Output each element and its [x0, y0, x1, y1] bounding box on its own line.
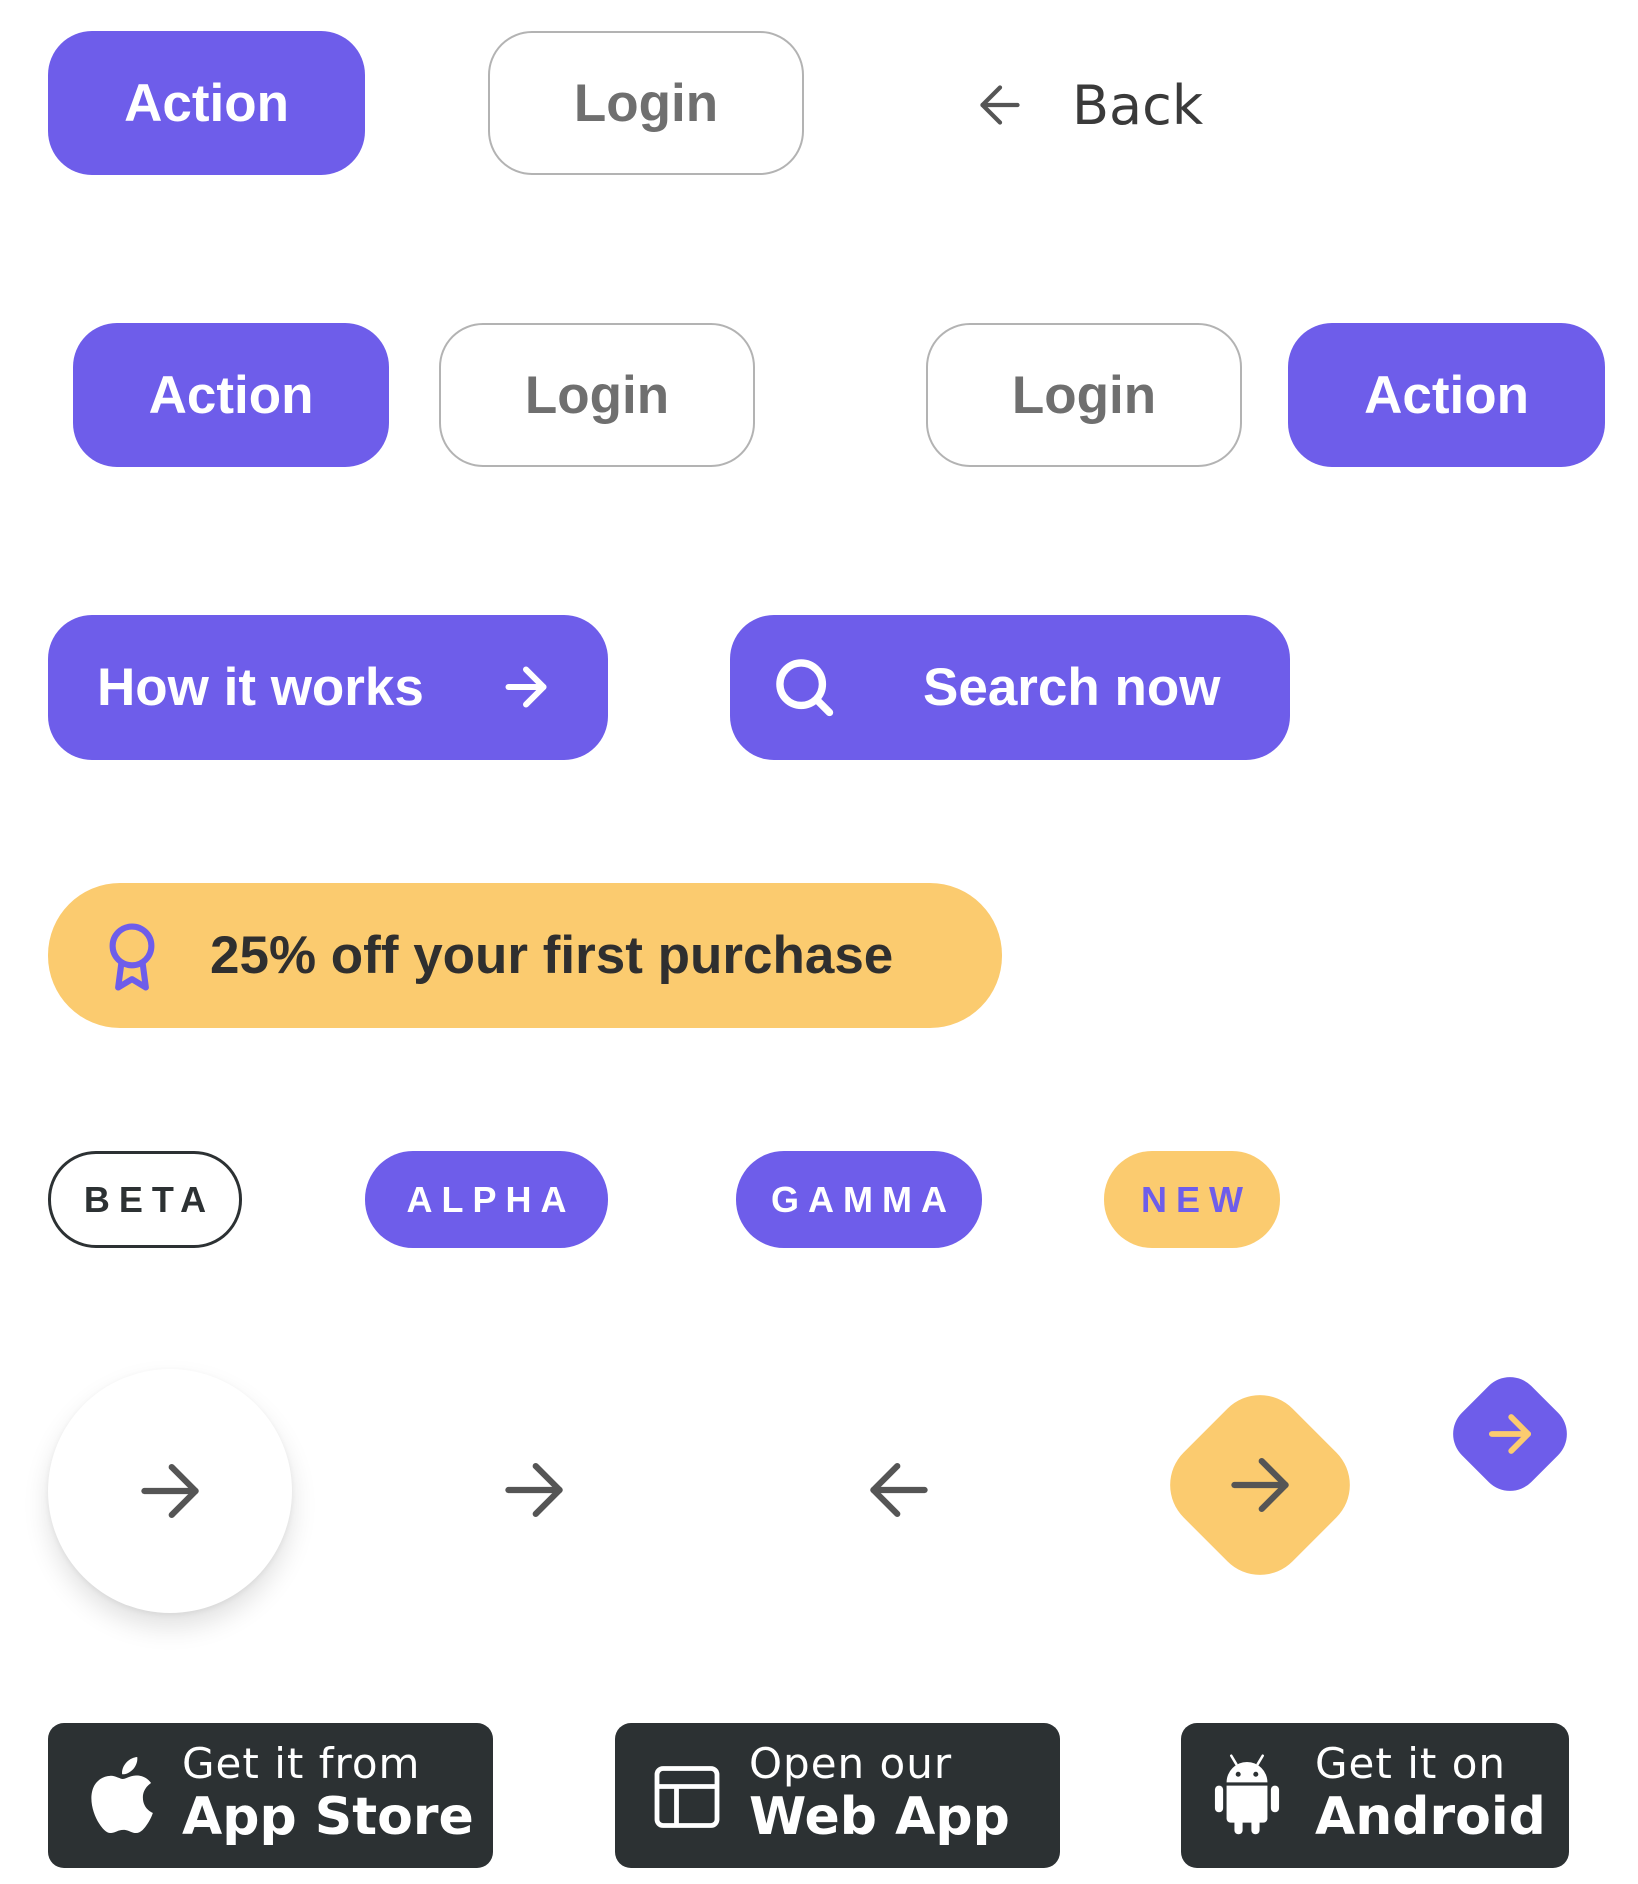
beta-badge-label: BETA — [83, 1178, 216, 1220]
promo-banner[interactable]: 25% off your first purchase — [48, 883, 1002, 1028]
how-it-works-button[interactable]: How it works — [48, 615, 608, 760]
alpha-badge: ALPHA — [365, 1151, 608, 1248]
arrow-right-icon — [1481, 1405, 1539, 1463]
action-button[interactable]: Action — [1288, 323, 1605, 467]
arrow-left-icon — [970, 75, 1030, 135]
arrow-right-icon — [129, 1450, 211, 1532]
arrow-right-icon — [496, 657, 556, 717]
search-now-label: Search now — [923, 658, 1221, 717]
android-button[interactable]: Get it on Android — [1181, 1723, 1569, 1868]
android-icon — [1209, 1751, 1285, 1839]
arrow-right-button[interactable] — [493, 1449, 575, 1531]
arrow-right-icon — [493, 1449, 575, 1531]
action-button-label: Action — [148, 365, 314, 425]
arrow-right-diamond-button[interactable] — [1146, 1371, 1374, 1599]
new-badge-label: NEW — [1141, 1178, 1252, 1220]
gamma-badge: GAMMA — [736, 1151, 982, 1248]
login-button-label: Login — [1011, 365, 1157, 425]
promo-label: 25% off your first purchase — [210, 926, 894, 985]
arrow-left-icon — [858, 1449, 940, 1531]
apple-icon — [81, 1751, 157, 1839]
login-button-label: Login — [524, 365, 670, 425]
new-badge: NEW — [1104, 1151, 1280, 1248]
app-store-line2: App Store — [182, 1787, 474, 1847]
arrow-right-circle-button[interactable] — [48, 1369, 292, 1613]
arrow-right-small-diamond-button[interactable] — [1438, 1362, 1582, 1506]
app-store-line1: Get it from — [182, 1739, 421, 1788]
arrow-left-button[interactable] — [858, 1449, 940, 1531]
android-line2: Android — [1315, 1787, 1546, 1847]
back-button[interactable]: Back — [970, 70, 1210, 140]
alpha-badge-label: ALPHA — [406, 1178, 576, 1220]
search-now-button[interactable]: Search now — [730, 615, 1290, 760]
web-app-line1: Open our — [749, 1739, 953, 1788]
action-button[interactable]: Action — [73, 323, 389, 467]
login-button[interactable]: Login — [488, 31, 804, 175]
gamma-badge-label: GAMMA — [771, 1178, 956, 1220]
android-line1: Get it on — [1315, 1739, 1507, 1788]
login-button[interactable]: Login — [439, 323, 755, 467]
back-label: Back — [1072, 73, 1204, 137]
search-icon — [770, 653, 838, 721]
action-button-label: Action — [1364, 365, 1529, 425]
app-store-button[interactable]: Get it from App Store — [48, 1723, 493, 1868]
web-app-line2: Web App — [749, 1787, 1010, 1847]
action-button[interactable]: Action — [48, 31, 365, 175]
login-button[interactable]: Login — [926, 323, 1242, 467]
award-ribbon-icon — [98, 921, 166, 993]
arrow-right-icon — [1219, 1444, 1301, 1526]
beta-badge: BETA — [48, 1151, 242, 1248]
action-button-label: Action — [124, 73, 289, 133]
browser-window-icon — [651, 1761, 723, 1833]
login-button-label: Login — [573, 73, 719, 133]
web-app-button[interactable]: Open our Web App — [615, 1723, 1060, 1868]
how-it-works-label: How it works — [97, 658, 424, 717]
